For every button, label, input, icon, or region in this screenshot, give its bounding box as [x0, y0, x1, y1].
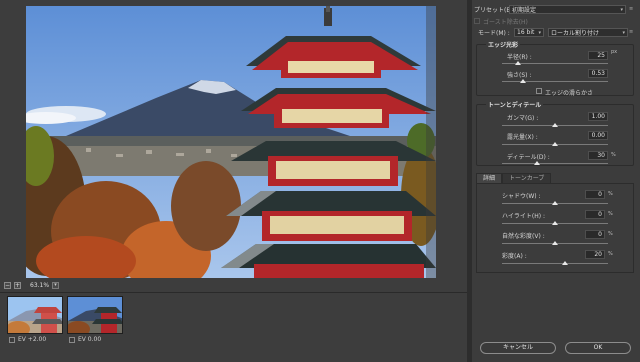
thumbnail-ev-0[interactable] — [67, 296, 123, 334]
shadow-unit: % — [608, 191, 613, 197]
mode-row: モード(M) : 16 bit ▾ ローカル割り付け ▾ ≡ — [472, 27, 640, 37]
detail-label: ディテール(D) : — [507, 154, 550, 161]
saturation-input[interactable]: 20 — [585, 250, 605, 259]
settings-icon[interactable]: ≡ — [629, 6, 633, 12]
ok-button[interactable]: OK — [565, 342, 631, 354]
vibrance-label: 自然な彩度(V) : — [502, 233, 545, 240]
exposure-label: 露光量(X) : — [507, 134, 538, 141]
checkbox-icon[interactable] — [69, 336, 75, 343]
edge-glow-title: エッジ光彩 — [486, 40, 521, 49]
thumbnail-ev-plus2[interactable] — [7, 296, 63, 334]
gamma-slider-knob[interactable] — [552, 123, 558, 127]
saturation-unit: % — [608, 251, 613, 257]
cancel-button[interactable]: キャンセル — [480, 342, 556, 354]
radius-unit: px — [611, 49, 618, 55]
exposure-input[interactable]: 0.00 — [588, 131, 608, 140]
vibrance-unit: % — [608, 231, 613, 237]
edge-smooth-checkbox[interactable] — [536, 88, 542, 94]
strength-label: 強さ(S) : — [507, 72, 532, 79]
filmstrip-separator — [0, 292, 467, 293]
zoom-value: 63.1% — [30, 281, 50, 289]
pin-icon[interactable]: ≡ — [629, 29, 633, 35]
thumbnail-caption: EV 0.00 — [69, 336, 101, 343]
radius-input[interactable]: 25 — [588, 51, 608, 60]
highlight-unit: % — [608, 211, 613, 217]
vibrance-input[interactable]: 0 — [585, 230, 605, 239]
zoom-dropdown[interactable]: ▾ — [52, 281, 60, 289]
shadow-label: シャドウ(W) : — [502, 193, 541, 200]
hdr-preview-image[interactable] — [26, 6, 436, 278]
shadow-slider-knob[interactable] — [552, 201, 558, 205]
thumbnail-ev-label: EV +2.00 — [18, 336, 47, 343]
minus-icon: − — [5, 281, 11, 289]
highlight-slider-knob[interactable] — [552, 221, 558, 225]
settings-panel: プリセット(E) : 初期設定 ▾ ≡ ゴースト除去(H) モード(M) : 1… — [472, 0, 640, 362]
detail-unit: % — [611, 152, 616, 158]
saturation-slider-track[interactable] — [502, 263, 608, 264]
bit-depth-value: 16 bit — [517, 28, 535, 36]
pagoda-photo — [26, 6, 436, 278]
detail-slider-knob[interactable] — [534, 161, 540, 165]
thumbnail-caption: EV +2.00 — [9, 336, 46, 343]
gamma-input[interactable]: 1.00 — [588, 112, 608, 121]
tone-detail-title: トーンとディテール — [486, 100, 544, 109]
shadow-input[interactable]: 0 — [585, 190, 605, 199]
dropdown-arrow-icon: ▾ — [620, 6, 623, 13]
detail-input[interactable]: 30 — [588, 151, 608, 160]
zoom-in-button[interactable]: + — [14, 281, 21, 289]
vibrance-slider-knob[interactable] — [552, 241, 558, 245]
tab-tone-curve[interactable]: トーンカーブ — [502, 173, 552, 183]
advanced-tabs: 詳細 トーンカーブ — [476, 173, 634, 183]
strength-input[interactable]: 0.53 — [588, 69, 608, 78]
detail-slider-track[interactable] — [502, 163, 608, 164]
radius-label: 半径(R) : — [507, 54, 532, 61]
thumbnail-ev-label: EV 0.00 — [78, 336, 102, 343]
method-value: ローカル割り付け — [551, 29, 600, 37]
thumbnail-image — [8, 297, 62, 333]
highlight-label: ハイライト(H) : — [502, 213, 546, 220]
preset-row: プリセット(E) : 初期設定 ▾ ≡ — [472, 4, 640, 14]
plus-icon: + — [15, 281, 21, 289]
highlight-input[interactable]: 0 — [585, 210, 605, 219]
strength-slider-track[interactable] — [502, 81, 608, 82]
ghost-label: ゴースト除去(H) — [483, 18, 528, 26]
method-select[interactable]: ローカル割り付け ▾ — [548, 27, 628, 37]
dropdown-arrow-icon: ▾ — [622, 29, 625, 36]
thumbnail-image — [68, 297, 122, 333]
edge-smooth-label: エッジの滑らかさ — [545, 90, 594, 97]
saturation-label: 彩度(A) : — [502, 253, 527, 260]
preview-area: − + 63.1% ▾ EV +2.00 EV 0.00 — [0, 0, 467, 362]
dropdown-arrow-icon: ▾ — [538, 29, 541, 36]
strength-slider-knob[interactable] — [520, 79, 526, 83]
ghost-row: ゴースト除去(H) — [472, 16, 640, 26]
bit-depth-select[interactable]: 16 bit ▾ — [514, 27, 544, 37]
dropdown-arrow-icon: ▾ — [54, 281, 57, 288]
zoom-bar: − + 63.1% ▾ — [4, 280, 60, 290]
preset-select[interactable]: 初期設定 ▾ — [509, 4, 626, 14]
radius-slider-knob[interactable] — [515, 61, 521, 65]
checkbox-icon[interactable] — [9, 336, 15, 343]
preset-value: 初期設定 — [512, 6, 537, 14]
gamma-label: ガンマ(G) : — [507, 115, 539, 122]
zoom-out-button[interactable]: − — [4, 281, 11, 289]
mode-label: モード(M) : — [478, 29, 510, 37]
saturation-slider-knob[interactable] — [562, 261, 568, 265]
exposure-slider-knob[interactable] — [552, 142, 558, 146]
tab-detail[interactable]: 詳細 — [476, 173, 503, 183]
ghost-checkbox[interactable] — [474, 18, 480, 24]
